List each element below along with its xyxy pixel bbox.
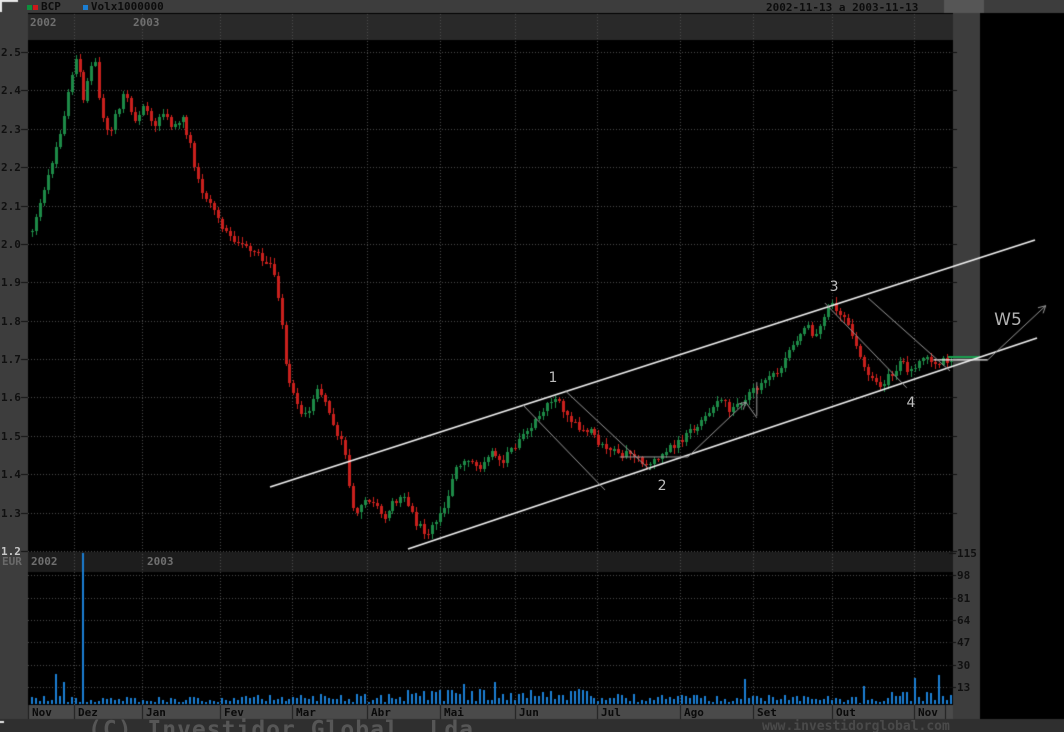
stock-chart-app: BCP Volx1000000 2002-11-13 a 2003-11-13 2… (0, 0, 1064, 732)
chart-canvas[interactable] (0, 0, 1064, 732)
